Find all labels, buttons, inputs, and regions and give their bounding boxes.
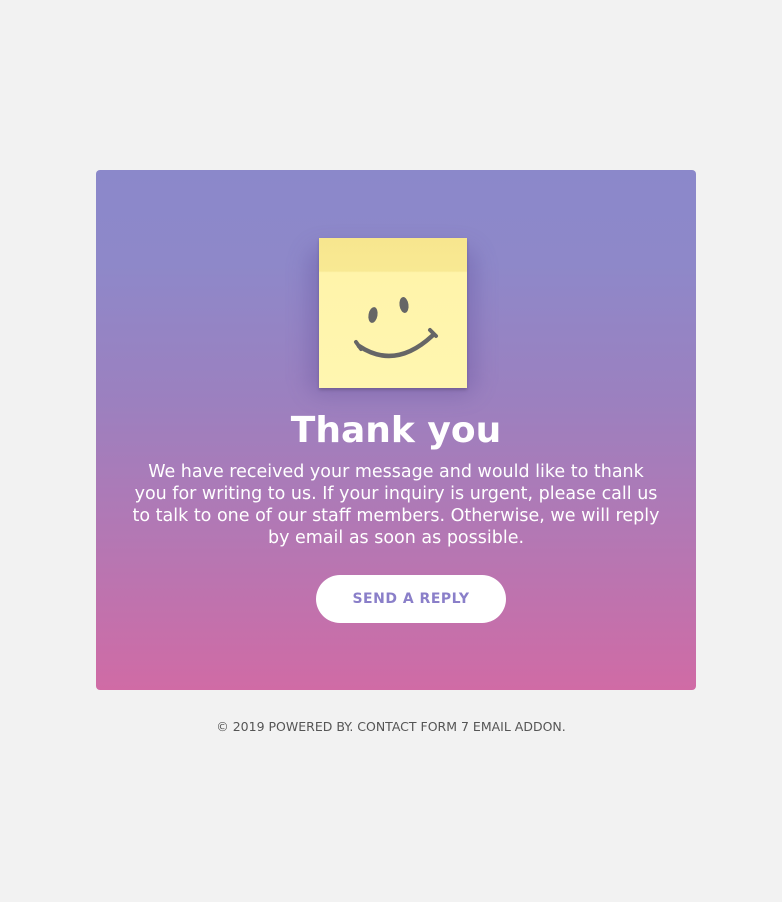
thank-you-message: We have received your message and would … [132, 462, 660, 548]
footer-text: © 2019 POWERED BY. CONTACT FORM 7 EMAIL … [216, 719, 566, 734]
smiley-face-icon [354, 297, 438, 359]
page-title: Thank you [290, 410, 502, 451]
thank-you-card: Thank you We have received your message … [96, 170, 696, 690]
send-reply-button-label: SEND A REPLY [352, 591, 470, 607]
sticky-note [307, 238, 477, 396]
send-reply-button[interactable]: SEND A REPLY [316, 575, 506, 623]
smiley-sticky-note-icon [319, 238, 467, 388]
